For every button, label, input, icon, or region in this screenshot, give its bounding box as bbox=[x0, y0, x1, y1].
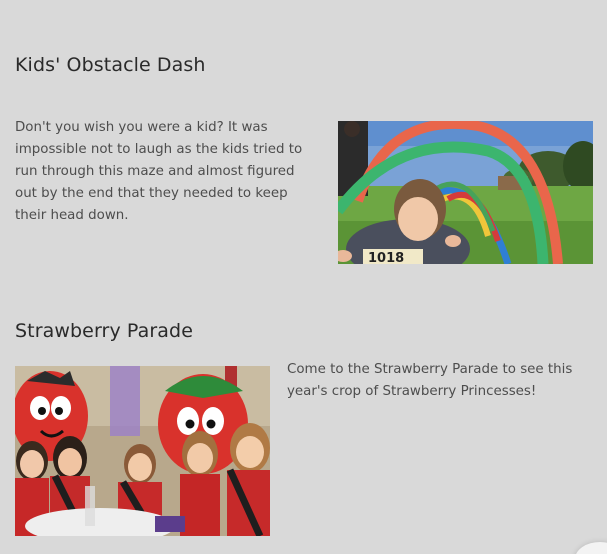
section-title-strawberry-parade: Strawberry Parade bbox=[15, 320, 193, 342]
page: Kids' Obstacle Dash Don't you wish you w… bbox=[0, 0, 607, 554]
chat-bubble-button[interactable] bbox=[575, 542, 607, 554]
bib-number: 1018 bbox=[368, 251, 404, 264]
obstacle-dash-photo: 1018 bbox=[338, 121, 593, 264]
section-text-obstacle-dash: Don't you wish you were a kid? It was im… bbox=[15, 120, 303, 223]
strawberry-parade-photo bbox=[15, 366, 270, 536]
section-title-obstacle-dash: Kids' Obstacle Dash bbox=[15, 54, 206, 76]
section-text-strawberry-parade: Come to the Strawberry Parade to see thi… bbox=[287, 362, 573, 399]
